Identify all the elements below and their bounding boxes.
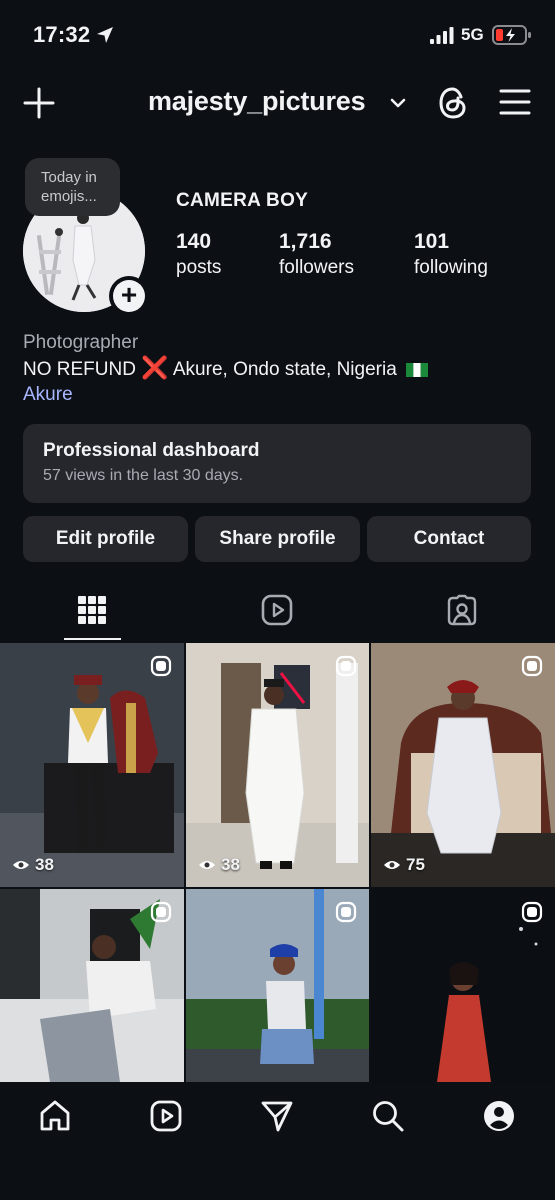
post-thumbnail[interactable]: 38 (0, 643, 184, 887)
reel-badge-icon (150, 655, 172, 677)
tab-tagged[interactable] (442, 588, 482, 632)
eye-icon (384, 861, 400, 869)
post-photo (186, 643, 369, 887)
bio-prefix: NO REFUND (23, 359, 136, 380)
contact-button[interactable]: Contact (367, 516, 531, 562)
stat-followers[interactable]: 1,716 followers (279, 230, 354, 279)
hamburger-menu-icon[interactable] (499, 88, 531, 116)
chevron-down-icon[interactable] (389, 96, 407, 110)
dashboard-subtitle: 57 views in the last 30 days. (43, 467, 244, 484)
reel-badge-icon (335, 655, 357, 677)
stat-value: 1,716 (279, 230, 332, 253)
view-count: 38 (198, 855, 240, 875)
reel-badge-icon (335, 901, 357, 923)
view-count-value: 75 (406, 855, 425, 874)
stat-label: followers (279, 257, 354, 278)
post-photo (371, 643, 555, 887)
network-type: 5G (461, 25, 484, 44)
share-profile-button[interactable]: Share profile (195, 516, 360, 562)
battery-charging-icon (492, 25, 531, 45)
stat-value: 140 (176, 230, 212, 253)
reel-badge-icon (521, 901, 543, 923)
bio: Photographer NO REFUND ❌ Akure, Ondo sta… (23, 330, 429, 407)
cross-mark-emoji: ❌ (141, 355, 169, 380)
eye-icon (199, 861, 215, 869)
create-plus-icon[interactable] (22, 86, 56, 120)
view-count-value: 38 (221, 855, 240, 874)
post-thumbnail[interactable]: 75 (371, 643, 555, 887)
note-bubble[interactable]: Today in emojis... (25, 158, 120, 216)
tab-grid[interactable] (72, 588, 112, 632)
post-thumbnail[interactable] (186, 889, 369, 1082)
messages-icon[interactable] (260, 1099, 294, 1133)
home-icon[interactable] (38, 1099, 72, 1133)
eye-icon (13, 861, 29, 869)
reel-badge-icon (150, 901, 172, 923)
stat-label: posts (176, 257, 222, 278)
stat-posts[interactable]: 140 posts (176, 230, 221, 279)
status-time: 17:32 (33, 22, 91, 47)
signal-icon (430, 27, 454, 44)
active-tab-indicator (64, 638, 121, 640)
plus-icon: + (113, 280, 145, 312)
profile-category: Photographer (23, 332, 139, 353)
tagged-icon (447, 594, 477, 626)
bio-location: Akure, Ondo state, Nigeria (172, 359, 397, 380)
post-thumbnail[interactable] (371, 889, 555, 1082)
username-switcher[interactable]: majesty_pictures (148, 86, 366, 117)
stat-label: following (414, 257, 488, 278)
add-story-button[interactable]: + (109, 276, 149, 316)
bio-text: NO REFUND ❌ Akure, Ondo state, Nigeria (23, 355, 429, 382)
view-count-value: 38 (35, 855, 54, 874)
view-count: 75 (383, 855, 425, 875)
reels-icon (261, 594, 293, 626)
stat-value: 101 (414, 230, 450, 253)
professional-dashboard[interactable]: Professional dashboard 57 views in the l… (23, 424, 531, 503)
nigeria-flag-icon (406, 362, 429, 377)
dashboard-title: Professional dashboard (43, 440, 260, 461)
reels-icon[interactable] (149, 1099, 183, 1133)
profile-header: majesty_pictures (0, 70, 555, 136)
post-photo (0, 643, 184, 887)
grid-icon (78, 596, 106, 624)
edit-profile-button[interactable]: Edit profile (23, 516, 188, 562)
stat-following[interactable]: 101 following (414, 230, 488, 279)
display-name: CAMERA BOY (176, 190, 309, 211)
tab-reels[interactable] (257, 588, 297, 632)
reel-badge-icon (521, 655, 543, 677)
search-icon[interactable] (371, 1099, 405, 1133)
bottom-navigation (0, 1082, 555, 1200)
bio-link[interactable]: Akure (23, 382, 428, 407)
location-arrow-icon (97, 27, 113, 43)
profile-icon[interactable] (482, 1099, 516, 1133)
status-bar: 17:32 5G (0, 0, 555, 70)
view-count: 38 (12, 855, 54, 875)
post-thumbnail[interactable] (0, 889, 184, 1082)
post-thumbnail[interactable]: 38 (186, 643, 369, 887)
threads-icon[interactable] (436, 85, 470, 121)
